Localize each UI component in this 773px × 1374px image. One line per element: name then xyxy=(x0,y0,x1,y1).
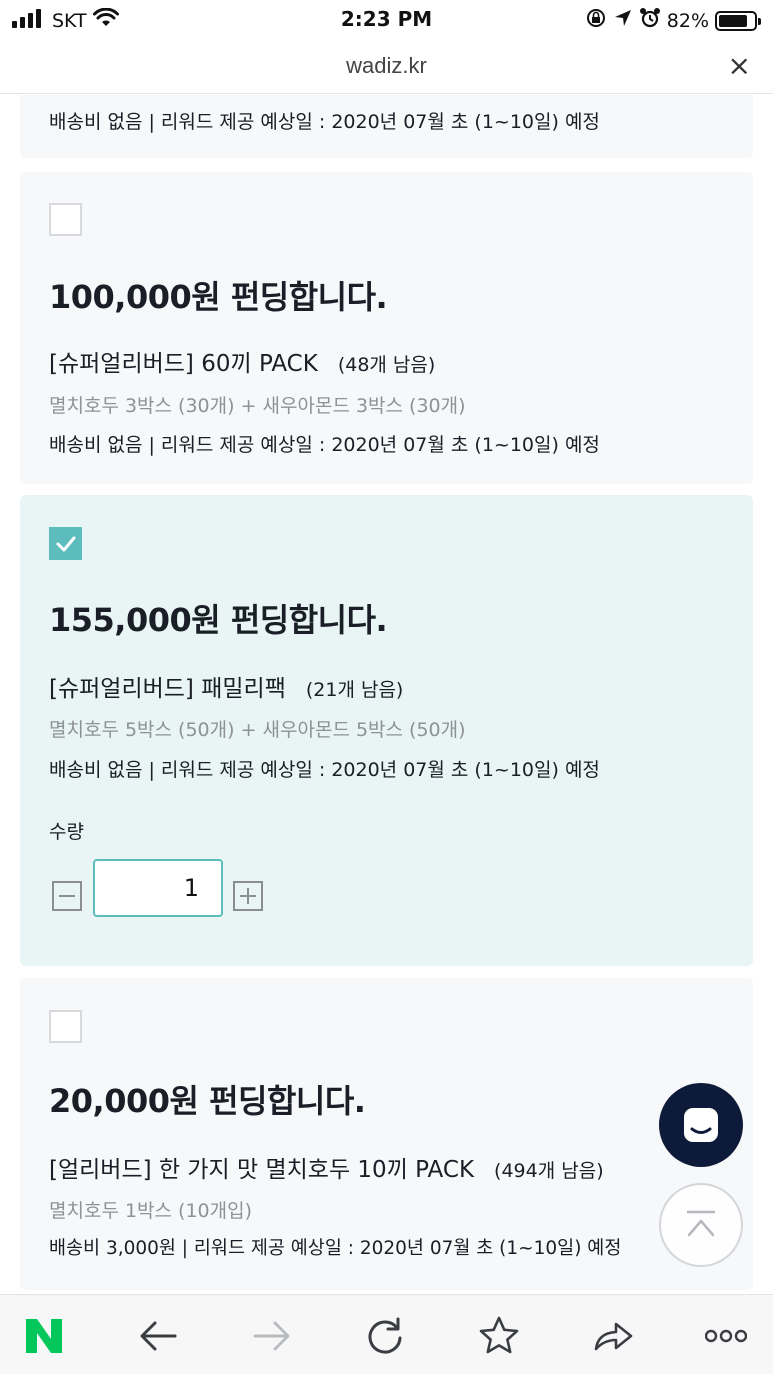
quantity-input[interactable]: 1 xyxy=(93,859,223,917)
reward-list: 배송비 없음 | 리워드 제공 예상일 : 2020년 07월 초 (1~10일… xyxy=(0,95,773,1293)
forward-arrow-icon[interactable] xyxy=(251,1315,293,1357)
share-icon[interactable] xyxy=(592,1315,634,1357)
reward-checkbox[interactable] xyxy=(49,203,82,236)
naver-home-icon[interactable] xyxy=(23,1315,65,1357)
back-arrow-icon[interactable] xyxy=(137,1315,179,1357)
reward-title-text: [슈퍼얼리버드] 패밀리팩 xyxy=(49,676,286,702)
browser-url-bar: wadiz.kr × xyxy=(0,40,773,94)
reward-price: 155,000원 펀딩합니다. xyxy=(49,601,388,639)
url-text[interactable]: wadiz.kr xyxy=(0,53,773,79)
reward-shipping: 배송비 없음 | 리워드 제공 예상일 : 2020년 07월 초 (1~10일… xyxy=(49,434,600,456)
checkmark-icon xyxy=(56,536,76,552)
chevron-up-icon xyxy=(687,1210,715,1237)
reward-description: 멸치호두 5박스 (50개) + 새우아몬드 5박스 (50개) xyxy=(49,719,466,741)
reward-remaining: (48개 남음) xyxy=(337,354,436,376)
status-right: 82% xyxy=(585,7,761,34)
quantity-decrease-button[interactable] xyxy=(52,881,82,911)
reward-title: [슈퍼얼리버드] 60끼 PACK (48개 남음) xyxy=(49,344,435,378)
battery-percent: 82% xyxy=(666,9,709,32)
chat-icon xyxy=(684,1108,718,1142)
reward-shipping: 배송비 없음 | 리워드 제공 예상일 : 2020년 07월 초 (1~10일… xyxy=(49,111,600,133)
star-icon[interactable] xyxy=(478,1315,520,1357)
location-icon xyxy=(613,8,633,33)
reward-title-text: [얼리버드] 한 가지 맛 멸치호두 10끼 PACK xyxy=(49,1157,475,1183)
reward-shipping: 배송비 3,000원 | 리워드 제공 예상일 : 2020년 07월 초 (1… xyxy=(49,1238,622,1259)
reward-description: 멸치호두 3박스 (30개) + 새우아몬드 3박스 (30개) xyxy=(49,395,466,417)
battery-fill xyxy=(719,14,747,27)
reward-checkbox[interactable] xyxy=(49,1010,82,1043)
quantity-increase-button[interactable] xyxy=(233,881,263,911)
reward-price: 20,000원 펀딩합니다. xyxy=(49,1082,366,1120)
browser-bottom-bar xyxy=(0,1294,773,1374)
alarm-icon xyxy=(639,7,661,34)
reload-icon[interactable] xyxy=(364,1315,406,1357)
reward-checkbox-checked[interactable] xyxy=(49,527,82,560)
reward-remaining: (494개 남음) xyxy=(494,1160,604,1182)
close-icon[interactable]: × xyxy=(728,52,751,80)
reward-card[interactable]: 20,000원 펀딩합니다. [얼리버드] 한 가지 맛 멸치호두 10끼 PA… xyxy=(20,978,753,1290)
reward-title: [얼리버드] 한 가지 맛 멸치호두 10끼 PACK (494개 남음) xyxy=(49,1150,604,1184)
screen-lock-icon xyxy=(585,7,607,34)
scroll-top-button[interactable] xyxy=(659,1183,743,1267)
reward-remaining: (21개 남음) xyxy=(305,679,404,701)
quantity-label: 수량 xyxy=(49,821,84,843)
reward-title-text: [슈퍼얼리버드] 60끼 PACK xyxy=(49,351,318,377)
reward-card-selected[interactable]: 155,000원 펀딩합니다. [슈퍼얼리버드] 패밀리팩 (21개 남음) 멸치… xyxy=(20,495,753,966)
battery-icon xyxy=(715,10,761,31)
status-bar: SKT 2:23 PM 82% xyxy=(0,0,773,40)
reward-description: 멸치호두 1박스 (10개입) xyxy=(49,1200,253,1222)
chat-button[interactable] xyxy=(659,1083,743,1167)
reward-title: [슈퍼얼리버드] 패밀리팩 (21개 남음) xyxy=(49,669,403,703)
reward-card: 배송비 없음 | 리워드 제공 예상일 : 2020년 07월 초 (1~10일… xyxy=(20,95,753,158)
reward-card[interactable]: 100,000원 펀딩합니다. [슈퍼얼리버드] 60끼 PACK (48개 남음… xyxy=(20,172,753,484)
reward-price: 100,000원 펀딩합니다. xyxy=(49,278,388,316)
more-icon[interactable] xyxy=(704,1315,748,1357)
reward-shipping: 배송비 없음 | 리워드 제공 예상일 : 2020년 07월 초 (1~10일… xyxy=(49,759,600,781)
